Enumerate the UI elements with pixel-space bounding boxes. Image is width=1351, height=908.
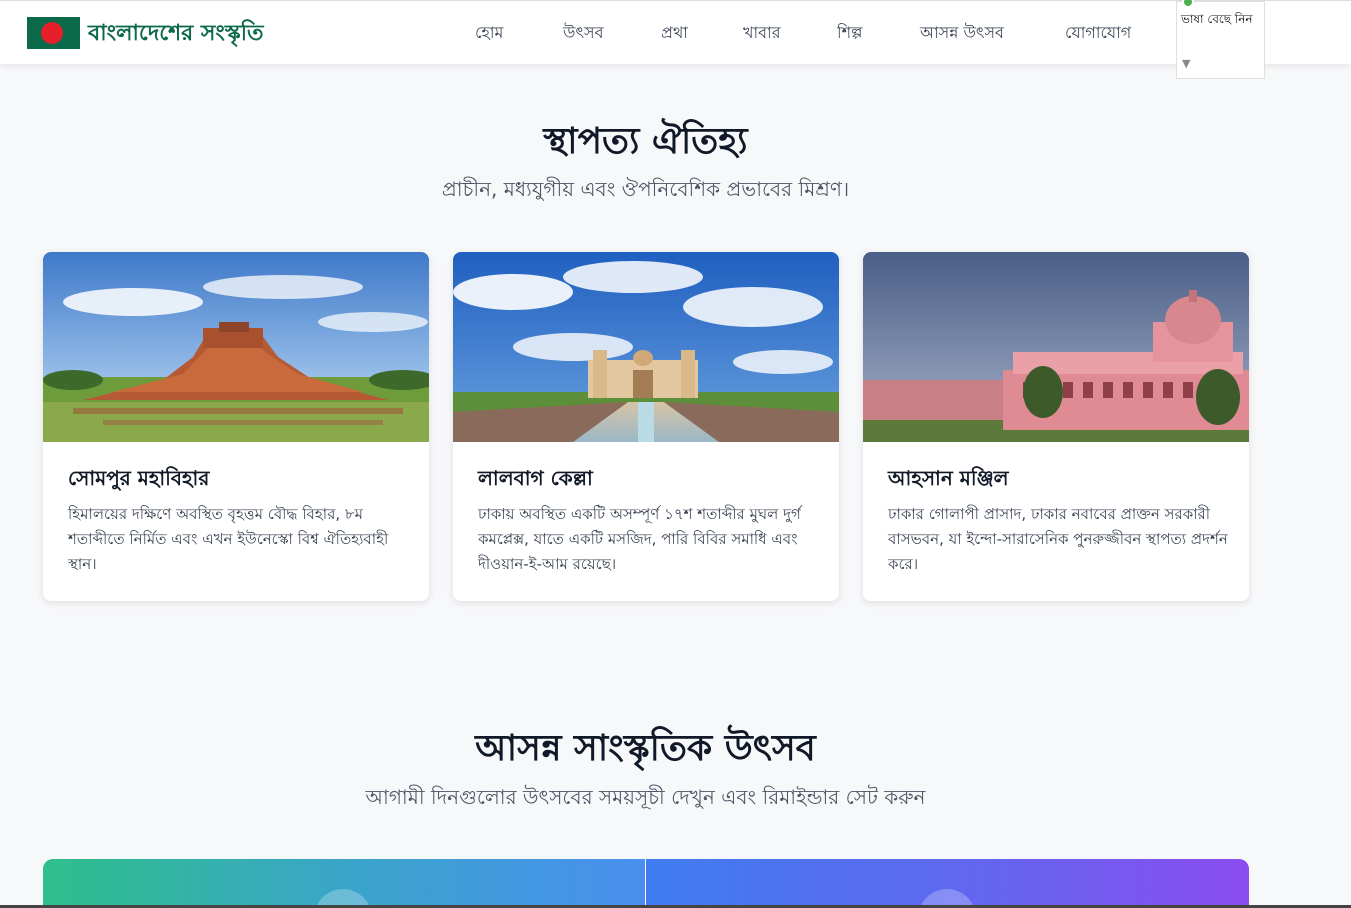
chevron-down-icon[interactable]: ▼ (1182, 57, 1190, 70)
festival-cards-strip (43, 859, 1249, 908)
nav-home[interactable]: হোম (475, 20, 503, 47)
ahsan-manzil-photo (863, 252, 1249, 442)
nav-food[interactable]: খাবার (743, 20, 781, 47)
nav-upcoming-festivals[interactable]: আসন্ন উৎসব (920, 20, 1004, 47)
nav-festivals[interactable]: উৎসব (563, 20, 604, 47)
card-title: সোমপুর মহাবিহার (68, 466, 210, 490)
nav-contact[interactable]: যোগাযোগ (1065, 20, 1131, 47)
card-description: ঢাকার গোলাপী প্রাসাদ, ঢাকার নবাবের প্রাক… (888, 505, 1228, 573)
main-nav: হোম উৎসব প্রথা খাবার শিল্প আসন্ন উৎসব যো… (0, 20, 1351, 44)
card-title: লালবাগ কেল্লা (478, 466, 593, 490)
festival-divider (645, 859, 646, 908)
paharpur-ruins-photo (43, 252, 429, 442)
heritage-card-ahsan-manzil[interactable]: আহসান মঞ্জিল ঢাকার গোলাপী প্রাসাদ, ঢাকার… (863, 252, 1249, 601)
translate-icon (1182, 0, 1194, 8)
card-description: ঢাকায় অবস্থিত একটি অসম্পূর্ণ ১৭শ শতাব্দ… (478, 505, 801, 573)
site-header: বাংলাদেশের সংস্কৃতি হোম উৎসব প্রথা খাবার… (0, 0, 1351, 79)
nav-arts[interactable]: শিল্প (837, 20, 862, 47)
card-description: হিমালয়ের দক্ষিণে অবস্থিত বৃহত্তম বৌদ্ধ … (68, 505, 389, 573)
language-selector-label: ভাষা বেছে নিন (1181, 12, 1253, 26)
nav-customs[interactable]: প্রথা (661, 20, 688, 47)
card-title: আহসান মঞ্জিল (888, 466, 1009, 490)
heritage-card-somapura[interactable]: সোমপুর মহাবিহার হিমালয়ের দক্ষিণে অবস্থি… (43, 252, 429, 601)
architecture-section-title: স্থাপত্য ঐতিহ্য (543, 121, 748, 162)
heritage-card-lalbagh[interactable]: লালবাগ কেল্লা ঢাকায় অবস্থিত একটি অসম্পূ… (453, 252, 839, 601)
architecture-section-subtitle: প্রাচীন, মধ্যযুগীয় এবং ঔপনিবেশিক প্রভাব… (441, 177, 850, 201)
lalbagh-fort-photo (453, 252, 839, 442)
festivals-section-title: আসন্ন সাংস্কৃতিক উৎসব (475, 728, 816, 769)
festivals-section-subtitle: আগামী দিনগুলোর উৎসবের সময়সূচী দেখুন এবং… (365, 785, 926, 809)
language-selector[interactable]: ভাষা বেছে নিন ▼ (1176, 0, 1265, 79)
